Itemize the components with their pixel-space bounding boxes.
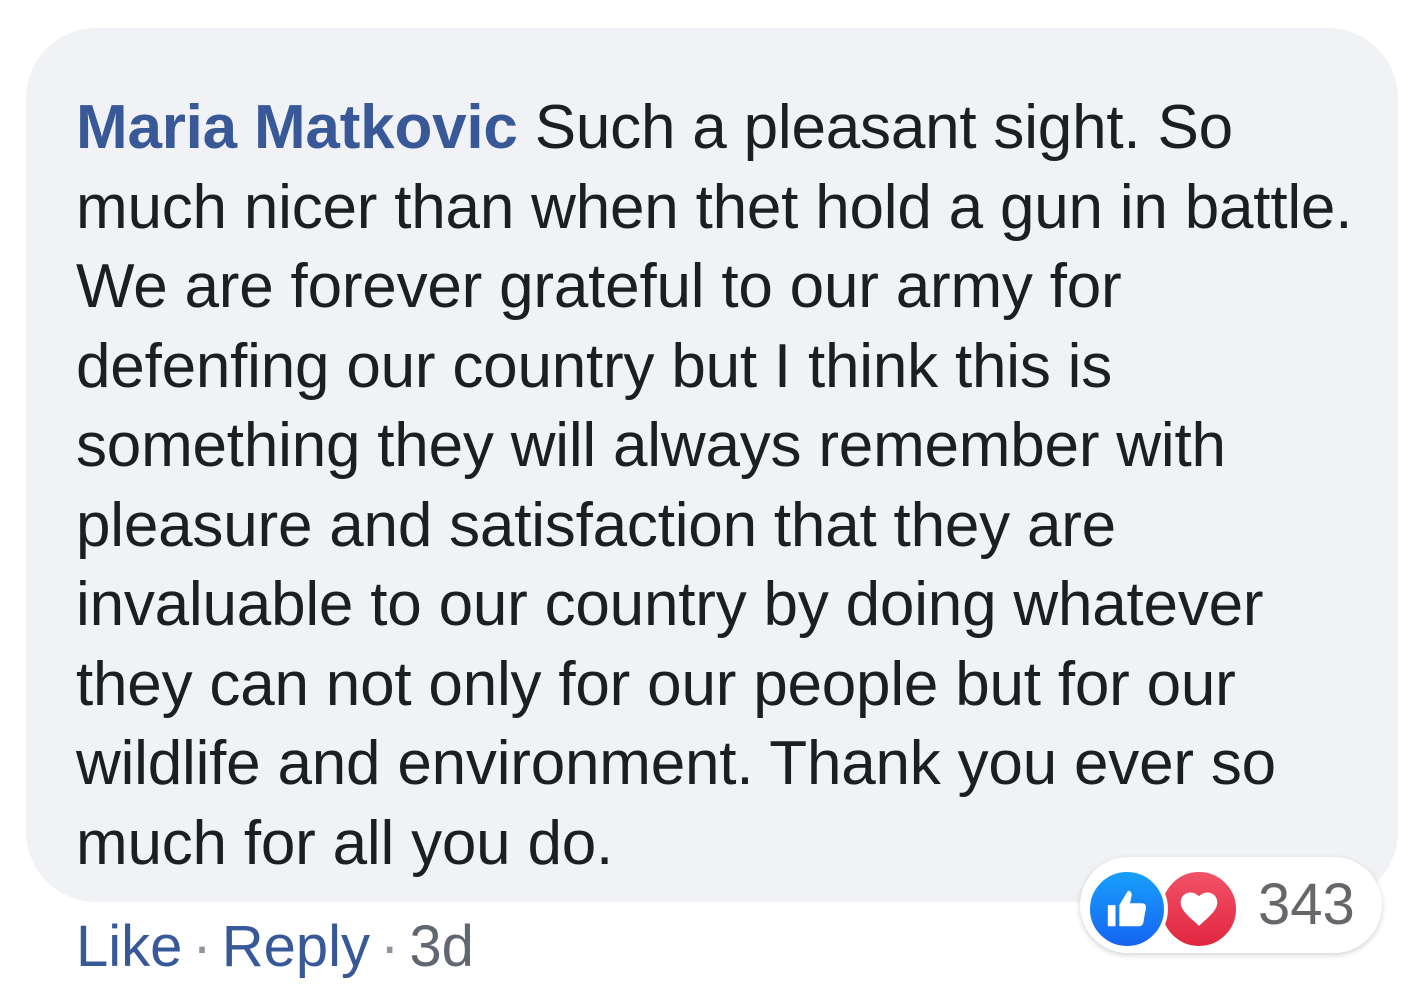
comment-body: Maria Matkovic Such a pleasant sight. So… xyxy=(76,88,1358,883)
reactions-summary[interactable]: 343 xyxy=(1080,857,1382,953)
reply-button[interactable]: Reply xyxy=(222,914,370,979)
thumbs-up-icon xyxy=(1107,890,1147,927)
love-reaction-icon xyxy=(1158,868,1240,950)
comment-actions: Like · Reply · 3d xyxy=(76,912,474,982)
separator-dot: · xyxy=(192,914,212,979)
like-reaction-icon xyxy=(1086,868,1168,950)
comment-bubble: Maria Matkovic Such a pleasant sight. So… xyxy=(26,28,1398,902)
reaction-count: 343 xyxy=(1258,872,1355,937)
separator-dot: · xyxy=(380,914,400,979)
author-name-link[interactable]: Maria Matkovic xyxy=(76,93,518,162)
heart-icon xyxy=(1180,892,1218,926)
like-button[interactable]: Like xyxy=(76,914,182,979)
comment-timestamp[interactable]: 3d xyxy=(409,914,474,979)
comment-text: Such a pleasant sight. So much nicer tha… xyxy=(76,93,1353,878)
